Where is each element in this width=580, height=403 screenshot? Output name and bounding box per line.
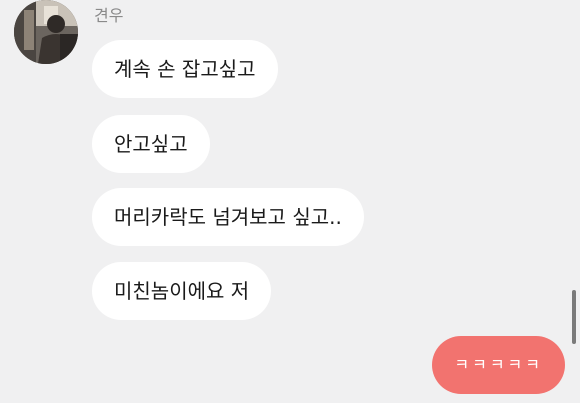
avatar-photo-icon (14, 0, 78, 64)
chat-window: 견우 계속 손 잡고싶고 안고싶고 머리카락도 넘겨보고 싶고.. 미친놈이에요… (0, 0, 580, 403)
sender-avatar[interactable] (14, 0, 78, 64)
received-message-bubble[interactable]: 계속 손 잡고싶고 (92, 40, 278, 98)
sent-message-bubble[interactable]: ㅋㅋㅋㅋㅋ (432, 336, 565, 394)
scrollbar-thumb[interactable] (572, 290, 576, 344)
sender-name: 견우 (94, 6, 124, 25)
received-message-bubble[interactable]: 미친놈이에요 저 (92, 262, 272, 320)
received-message-bubble[interactable]: 머리카락도 넘겨보고 싶고.. (92, 188, 364, 246)
received-message-bubble[interactable]: 안고싶고 (92, 115, 210, 173)
